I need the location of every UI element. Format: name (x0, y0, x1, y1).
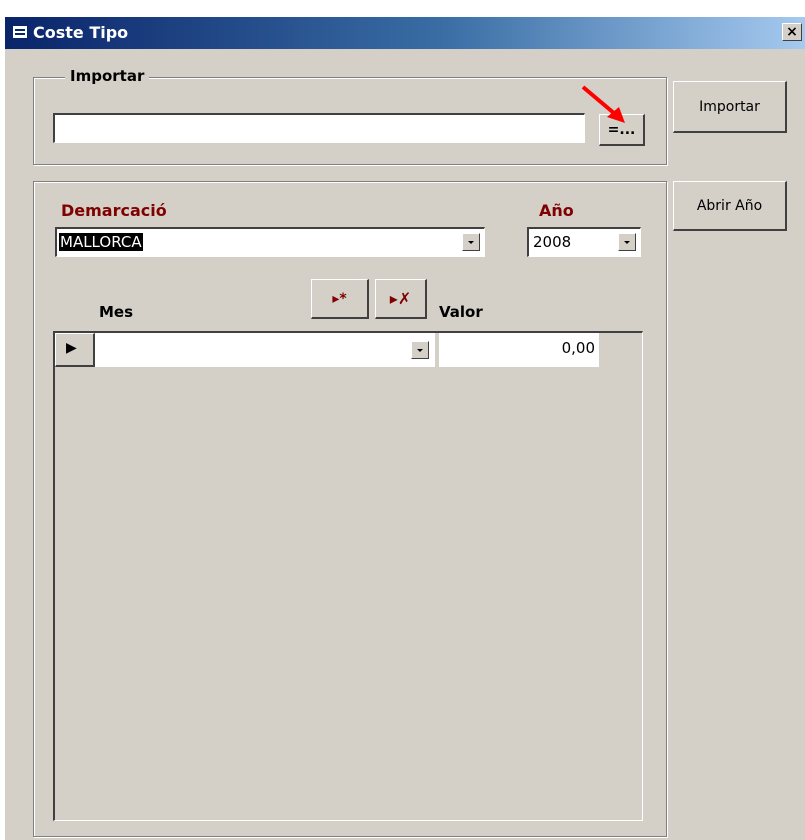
close-button[interactable]: × (782, 23, 802, 41)
anio-dropdown-icon[interactable] (618, 233, 636, 251)
delete-record-icon: ▸✗ (389, 289, 412, 308)
delete-record-button[interactable]: ▸✗ (375, 279, 427, 319)
annotation-arrow-icon (581, 85, 625, 123)
import-button[interactable]: Importar (673, 81, 787, 133)
anio-label: Año (539, 201, 574, 220)
column-header-mes: Mes (99, 303, 134, 321)
new-record-icon: ▸* (332, 290, 347, 307)
anio-combo[interactable]: 2008 (527, 227, 641, 257)
demarcacion-dropdown-icon[interactable] (462, 233, 480, 251)
form-icon (12, 25, 28, 39)
open-year-button[interactable]: Abrir Año (673, 181, 787, 231)
column-header-valor: Valor (439, 303, 483, 321)
mes-dropdown-icon[interactable] (411, 341, 429, 359)
mes-combo[interactable] (95, 333, 435, 367)
coste-tipo-window: Coste Tipo × Importar =... Importar Abri… (4, 16, 805, 840)
title-bar[interactable]: Coste Tipo × (5, 17, 805, 49)
demarcacion-combo[interactable]: MALLORCA (55, 227, 485, 257)
demarcacion-label: Demarcació (61, 201, 167, 220)
subform-grid[interactable]: ▶ 0,00 (53, 331, 643, 821)
import-path-field[interactable] (53, 113, 585, 143)
current-record-icon: ▶ (66, 340, 77, 356)
demarcacion-value: MALLORCA (59, 233, 143, 251)
import-group-legend: Importar (65, 67, 150, 85)
valor-cell[interactable]: 0,00 (439, 333, 599, 367)
window-title: Coste Tipo (33, 23, 129, 42)
record-selector[interactable]: ▶ (55, 333, 95, 367)
new-record-button[interactable]: ▸* (311, 279, 369, 319)
anio-value: 2008 (533, 233, 572, 251)
